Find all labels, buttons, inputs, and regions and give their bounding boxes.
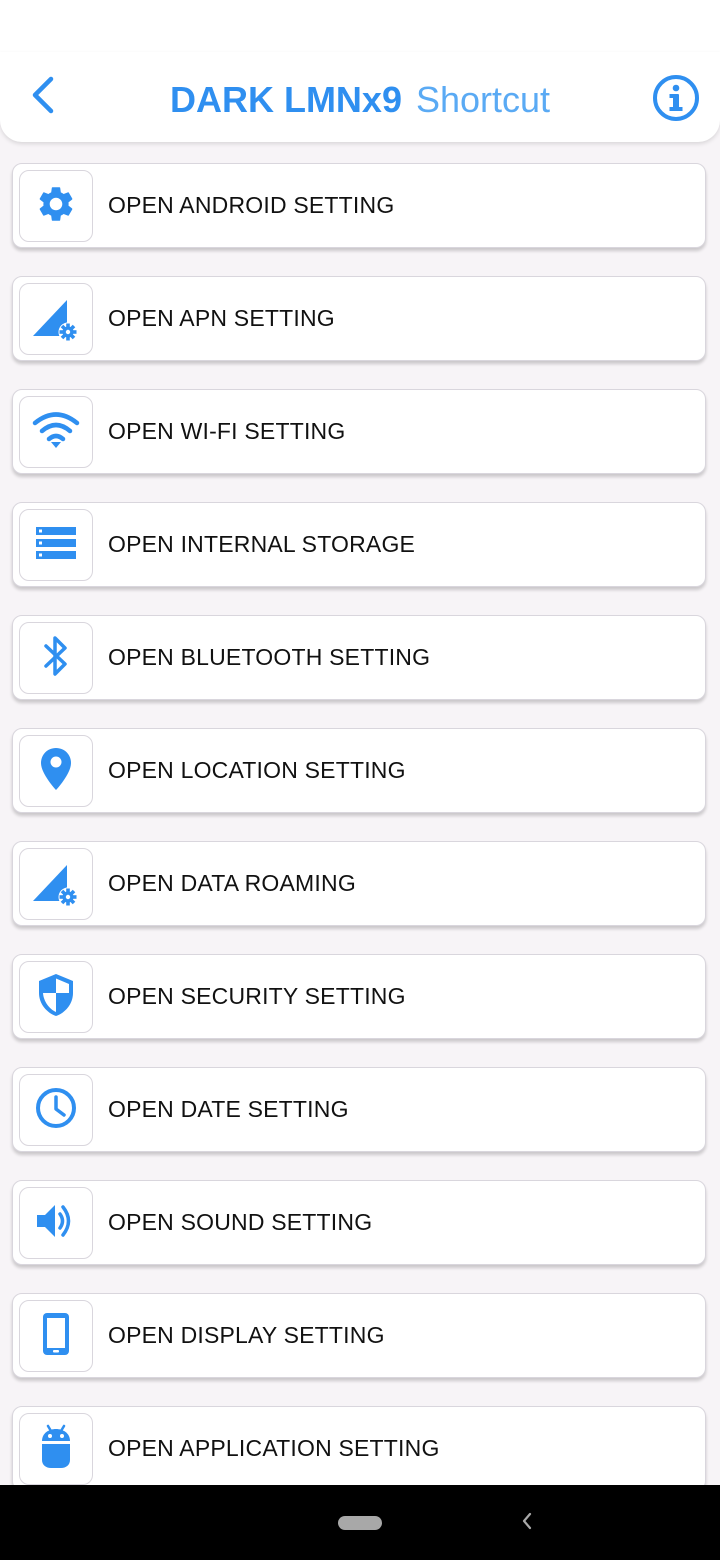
title-bold: DARK LMNx9	[169, 79, 402, 120]
icon-box	[19, 509, 93, 581]
info-button[interactable]	[652, 74, 700, 127]
title-light: Shortcut	[415, 79, 551, 120]
item-label: OPEN APN SETTING	[108, 305, 335, 331]
gear-icon	[35, 183, 77, 230]
nav-back-button[interactable]	[512, 1511, 542, 1535]
item-label: OPEN SOUND SETTING	[108, 1209, 373, 1235]
list-item-wifi-setting[interactable]: OPEN WI-FI SETTING	[12, 389, 706, 474]
item-label: OPEN APPLICATION SETTING	[108, 1435, 440, 1461]
item-label: OPEN DATE SETTING	[108, 1096, 349, 1122]
home-button[interactable]	[338, 1516, 382, 1530]
app-bar: DARK LMNx9 Shortcut	[0, 52, 720, 142]
icon-box	[19, 1300, 93, 1372]
storage-icon	[35, 525, 77, 566]
icon-box	[19, 170, 93, 242]
list-item-application-setting[interactable]: OPEN APPLICATION SETTING	[12, 1406, 706, 1491]
bluetooth-icon	[41, 633, 71, 684]
signal-settings-icon	[31, 292, 81, 347]
screen: DARK LMNx9 Shortcut OPEN ANDROID SETTING…	[0, 0, 720, 1560]
location-pin-icon	[39, 746, 73, 797]
list-item-data-roaming[interactable]: OPEN DATA ROAMING	[12, 841, 706, 926]
list-item-internal-storage[interactable]: OPEN INTERNAL STORAGE	[12, 502, 706, 587]
item-label: OPEN DISPLAY SETTING	[108, 1322, 385, 1348]
icon-box	[19, 622, 93, 694]
icon-box	[19, 1187, 93, 1259]
phone-icon	[41, 1311, 71, 1362]
list-item-location-setting[interactable]: OPEN LOCATION SETTING	[12, 728, 706, 813]
item-label: OPEN ANDROID SETTING	[108, 192, 395, 218]
list-item-bluetooth-setting[interactable]: OPEN BLUETOOTH SETTING	[12, 615, 706, 700]
list-item-date-setting[interactable]: OPEN DATE SETTING	[12, 1067, 706, 1152]
item-label: OPEN DATA ROAMING	[108, 870, 356, 896]
icon-box	[19, 396, 93, 468]
system-nav-bar	[0, 1485, 720, 1560]
item-label: OPEN SECURITY SETTING	[108, 983, 406, 1009]
info-icon	[652, 74, 700, 127]
wifi-icon	[32, 410, 80, 455]
icon-box	[19, 848, 93, 920]
list-item-sound-setting[interactable]: OPEN SOUND SETTING	[12, 1180, 706, 1265]
icon-box	[19, 1413, 93, 1485]
item-label: OPEN INTERNAL STORAGE	[108, 531, 416, 557]
list-item-security-setting[interactable]: OPEN SECURITY SETTING	[12, 954, 706, 1039]
speaker-icon	[34, 1201, 78, 1246]
android-icon	[39, 1424, 73, 1475]
item-label: OPEN BLUETOOTH SETTING	[108, 644, 431, 670]
list-item-apn-setting[interactable]: OPEN APN SETTING	[12, 276, 706, 361]
icon-box	[19, 961, 93, 1033]
item-label: OPEN LOCATION SETTING	[108, 757, 406, 783]
icon-box	[19, 283, 93, 355]
chevron-left-icon	[520, 1511, 534, 1536]
signal-settings-icon	[31, 857, 81, 912]
clock-icon	[34, 1086, 78, 1135]
status-bar	[0, 0, 720, 52]
shortcut-list: OPEN ANDROID SETTING OPEN APN SETTING OP…	[12, 163, 708, 1519]
list-item-android-setting[interactable]: OPEN ANDROID SETTING	[12, 163, 706, 248]
icon-box	[19, 1074, 93, 1146]
icon-box	[19, 735, 93, 807]
page-title: DARK LMNx9 Shortcut	[0, 78, 720, 122]
shield-icon	[36, 972, 76, 1023]
item-label: OPEN WI-FI SETTING	[108, 418, 346, 444]
list-item-display-setting[interactable]: OPEN DISPLAY SETTING	[12, 1293, 706, 1378]
